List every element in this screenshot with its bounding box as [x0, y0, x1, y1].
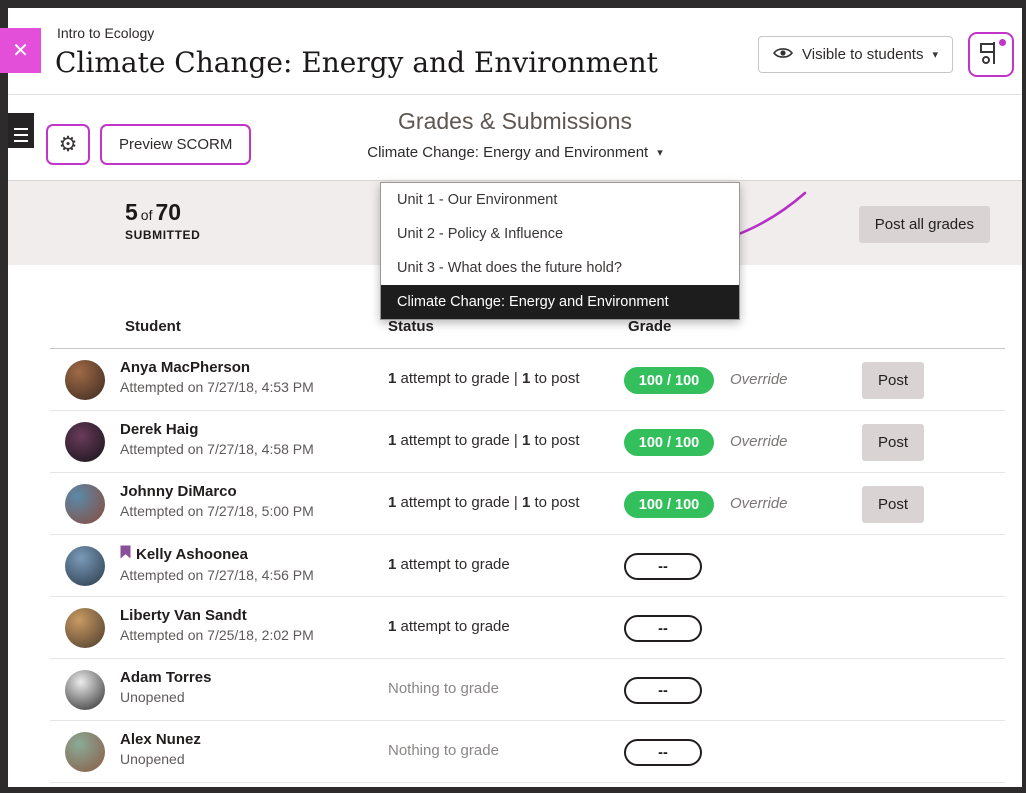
- status-text: Nothing to grade: [388, 742, 499, 759]
- screen: ✕ Intro to Ecology Climate Change: Energ…: [0, 0, 1026, 793]
- column-header-student: Student: [125, 318, 181, 335]
- table-row: Derek Haig Attempted on 7/27/18, 4:58 PM…: [50, 411, 1005, 473]
- student-detail: Unopened: [120, 689, 211, 705]
- submitted-count: 5of70 SUBMITTED: [125, 199, 200, 242]
- student-detail: Attempted on 7/27/18, 4:53 PM: [120, 379, 314, 395]
- avatar: [65, 360, 105, 400]
- hamburger-menu-button[interactable]: [8, 113, 34, 148]
- avatar: [65, 422, 105, 462]
- dropdown-item-unit2[interactable]: Unit 2 - Policy & Influence: [381, 217, 739, 251]
- override-link[interactable]: Override: [730, 433, 788, 450]
- post-all-grades-button[interactable]: Post all grades: [859, 206, 990, 243]
- submitted-label: SUBMITTED: [125, 228, 200, 242]
- post-button[interactable]: Post: [862, 362, 924, 399]
- student-name: Liberty Van Sandt: [120, 607, 247, 624]
- table-row: Liberty Van Sandt Attempted on 7/25/18, …: [50, 597, 1005, 659]
- table-row: Johnny DiMarco Attempted on 7/27/18, 5:0…: [50, 473, 1005, 535]
- student-name: Adam Torres: [120, 669, 211, 686]
- status-text: 1 attempt to grade | 1 to post: [388, 370, 580, 387]
- status-text: 1 attempt to grade: [388, 618, 510, 635]
- header: Intro to Ecology Climate Change: Energy …: [8, 8, 1022, 95]
- avatar: [65, 546, 105, 586]
- toolbar: ⚙ Preview SCORM Grades & Submissions Cli…: [8, 95, 1022, 181]
- grades-table: Student Status Grade Anya MacPherson Att…: [50, 265, 1005, 783]
- table-row: Adam Torres Unopened Nothing to grade --: [50, 659, 1005, 721]
- chevron-down-icon: ▾: [932, 48, 938, 61]
- grade-pill[interactable]: 100 / 100: [624, 491, 714, 518]
- column-header-status: Status: [388, 318, 434, 335]
- eye-icon: [773, 46, 793, 64]
- student-name: Derek Haig: [120, 421, 198, 438]
- status-text: 1 attempt to grade | 1 to post: [388, 432, 580, 449]
- student-name: Kelly Ashoonea: [136, 546, 248, 563]
- content-selector[interactable]: Climate Change: Energy and Environment ▾: [367, 144, 663, 161]
- close-icon: ✕: [12, 38, 29, 63]
- avatar: [65, 670, 105, 710]
- panel-title: Grades & Submissions: [8, 108, 1022, 135]
- student-name: Alex Nunez: [120, 731, 201, 748]
- override-link[interactable]: Override: [730, 371, 788, 388]
- avatar: [65, 484, 105, 524]
- chevron-down-icon: ▾: [657, 146, 663, 159]
- table-row: Anya MacPherson Attempted on 7/27/18, 4:…: [50, 349, 1005, 411]
- selector-value: Climate Change: Energy and Environment: [367, 144, 648, 161]
- table-row: Alex Nunez Unopened Nothing to grade --: [50, 721, 1005, 783]
- dropdown-item-selected[interactable]: Climate Change: Energy and Environment: [381, 285, 739, 319]
- notifications-button[interactable]: [968, 32, 1014, 77]
- panel: Intro to Ecology Climate Change: Energy …: [8, 8, 1022, 787]
- visibility-button[interactable]: Visible to students ▾: [758, 36, 953, 73]
- hamburger-icon: [8, 128, 34, 143]
- content-dropdown-menu: Unit 1 - Our Environment Unit 2 - Policy…: [380, 182, 740, 320]
- status-text: 1 attempt to grade: [388, 556, 510, 573]
- student-detail: Attempted on 7/27/18, 5:00 PM: [120, 503, 314, 519]
- visibility-label: Visible to students: [802, 46, 923, 63]
- notification-dot: [999, 39, 1006, 46]
- avatar: [65, 608, 105, 648]
- override-link[interactable]: Override: [730, 495, 788, 512]
- close-button[interactable]: ✕: [0, 28, 41, 73]
- dropdown-item-unit3[interactable]: Unit 3 - What does the future hold?: [381, 251, 739, 285]
- status-text: Nothing to grade: [388, 680, 499, 697]
- signpost-icon: [979, 54, 1003, 69]
- status-text: 1 attempt to grade | 1 to post: [388, 494, 580, 511]
- page-title: Climate Change: Energy and Environment: [55, 46, 658, 79]
- post-button[interactable]: Post: [862, 486, 924, 523]
- dropdown-item-unit1[interactable]: Unit 1 - Our Environment: [381, 183, 739, 217]
- grade-pill[interactable]: --: [624, 739, 702, 766]
- grade-pill[interactable]: 100 / 100: [624, 367, 714, 394]
- post-button[interactable]: Post: [862, 424, 924, 461]
- student-detail: Attempted on 7/27/18, 4:58 PM: [120, 441, 314, 457]
- grade-pill[interactable]: --: [624, 615, 702, 642]
- grade-pill[interactable]: --: [624, 677, 702, 704]
- student-detail: Unopened: [120, 751, 201, 767]
- student-detail: Attempted on 7/25/18, 2:02 PM: [120, 627, 314, 643]
- column-header-grade: Grade: [628, 318, 671, 335]
- grade-pill[interactable]: --: [624, 553, 702, 580]
- student-name: Johnny DiMarco: [120, 483, 237, 500]
- grade-pill[interactable]: 100 / 100: [624, 429, 714, 456]
- flag-icon: [120, 545, 131, 564]
- table-row: Kelly Ashoonea Attempted on 7/27/18, 4:5…: [50, 535, 1005, 597]
- student-detail: Attempted on 7/27/18, 4:56 PM: [120, 567, 314, 583]
- student-name: Anya MacPherson: [120, 359, 250, 376]
- course-name: Intro to Ecology: [57, 25, 154, 41]
- avatar: [65, 732, 105, 772]
